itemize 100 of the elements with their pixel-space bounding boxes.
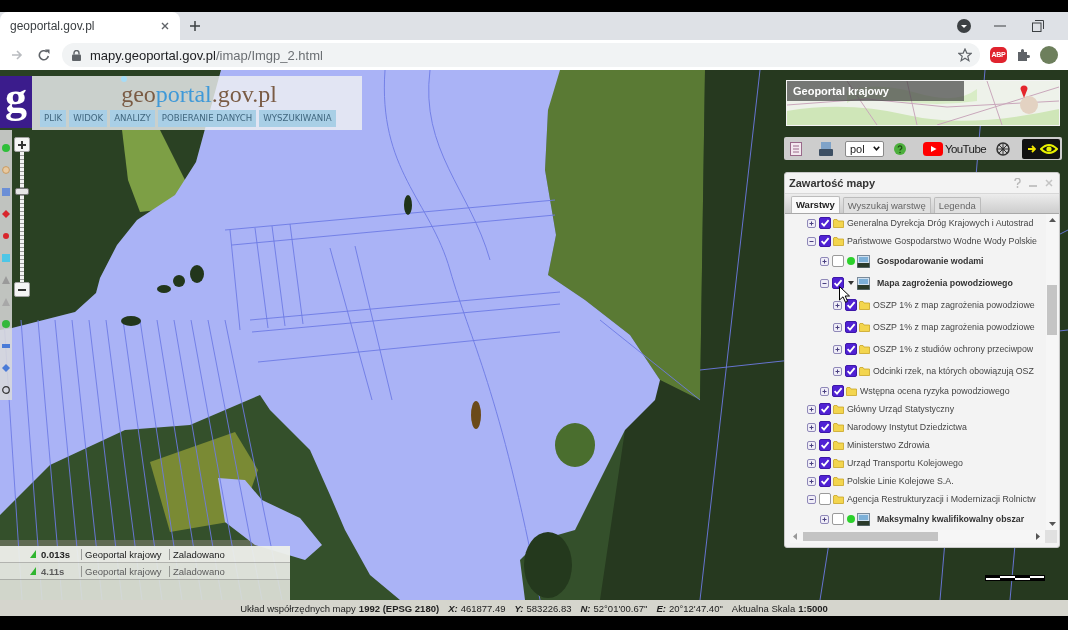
wheel-icon[interactable] [996, 141, 1010, 156]
close-icon[interactable] [161, 22, 169, 30]
layer-checkbox[interactable] [832, 513, 844, 525]
dot-icon[interactable] [2, 232, 10, 240]
expand-icon[interactable] [833, 366, 842, 376]
layer-checkbox[interactable] [819, 235, 831, 247]
restore-icon[interactable] [1032, 20, 1044, 32]
menu-button[interactable]: POBIERANIE DANYCH [157, 110, 257, 127]
layer-checkbox[interactable] [832, 255, 844, 267]
menu-button[interactable]: WYSZUKIWANIA [259, 110, 336, 127]
scrollbar-thumb[interactable] [803, 532, 938, 541]
panel-tab[interactable]: Wyszukaj warstwę [842, 197, 931, 213]
browser-tab[interactable]: geoportal.gov.pl [0, 12, 180, 40]
layer-name: Mapa zagrożenia powodziowego [877, 278, 1013, 288]
menu-button[interactable]: WIDOK [69, 110, 108, 127]
collapse-icon[interactable] [807, 494, 816, 504]
layer-checkbox[interactable] [819, 475, 831, 487]
left-arrow-icon[interactable] [793, 533, 797, 540]
menu-button[interactable]: PLIK [40, 110, 67, 127]
triangle-icon [30, 550, 36, 558]
folder-icon [859, 300, 870, 310]
island [121, 316, 141, 326]
expand-icon[interactable] [807, 476, 816, 486]
layer-checkbox[interactable] [819, 217, 831, 229]
load-time: 4.11s [41, 565, 66, 577]
expand-icon[interactable] [807, 440, 816, 450]
diamond-icon[interactable] [2, 364, 10, 372]
expand-icon[interactable] [807, 422, 816, 432]
bar-icon[interactable] [2, 342, 10, 350]
collapse-icon[interactable] [820, 278, 829, 288]
status-readout: X: 461877.49 [448, 602, 506, 614]
layer-checkbox[interactable] [832, 277, 844, 289]
video-link[interactable]: YouTube [923, 141, 986, 156]
list-icon[interactable] [790, 141, 802, 156]
star-icon[interactable] [958, 48, 972, 62]
diamond-icon[interactable] [2, 210, 10, 218]
folder-icon [833, 218, 844, 228]
language-select[interactable]: pol [845, 140, 884, 157]
mouse-pointer-icon [839, 286, 850, 303]
printer-icon[interactable] [819, 141, 833, 156]
dot-icon[interactable] [2, 144, 10, 152]
right-arrow-icon[interactable] [1036, 533, 1040, 540]
zoom-out-button[interactable] [14, 282, 30, 297]
reload-icon[interactable] [38, 49, 50, 61]
layer-checkbox[interactable] [845, 365, 857, 377]
panel-tab[interactable]: Legenda [933, 197, 981, 213]
load-status-text: Zaladowano [169, 565, 225, 577]
zoom-in-button[interactable] [14, 137, 30, 152]
collapse-icon[interactable] [807, 236, 816, 246]
layer-checkbox[interactable] [819, 421, 831, 433]
ring-icon[interactable] [2, 386, 10, 394]
layer-checkbox[interactable] [845, 321, 857, 333]
expand-icon[interactable] [833, 300, 842, 310]
view-toggle-button[interactable] [1022, 138, 1060, 159]
layer-name: OSZP 1% z map zagrożenia powodziowe [873, 322, 1035, 332]
address-bar[interactable]: mapy.geoportal.gov.pl/imap/Imgp_2.html [62, 43, 980, 67]
folder-icon [833, 458, 844, 468]
triangle-icon [30, 567, 36, 575]
panel-tab[interactable]: Warstwy [791, 196, 840, 213]
status-readout: E: 20°12'47.40" [656, 602, 723, 614]
expand-icon[interactable] [807, 404, 816, 414]
layer-checkbox[interactable] [819, 493, 831, 505]
scrollbar-thumb[interactable] [1047, 285, 1057, 335]
menu-button[interactable]: ANALIZY [110, 110, 155, 127]
layer-checkbox[interactable] [819, 403, 831, 415]
plus-icon[interactable] [189, 20, 201, 32]
down-arrow-icon[interactable] [1048, 522, 1056, 526]
caret-icon [873, 146, 880, 151]
expand-icon[interactable] [820, 256, 829, 266]
horizontal-scrollbar[interactable] [790, 530, 1057, 543]
expand-icon[interactable] [833, 322, 842, 332]
island [404, 195, 412, 215]
folder-icon [833, 494, 844, 504]
panel-title: Zawartość mapy [789, 177, 876, 189]
island [190, 265, 204, 283]
folder-icon [833, 236, 844, 246]
layer-checkbox[interactable] [845, 343, 857, 355]
puzzle-icon[interactable] [1016, 48, 1030, 62]
expand-icon[interactable] [820, 386, 829, 396]
help-icon[interactable] [894, 142, 906, 155]
caret-circle-icon[interactable] [957, 19, 971, 33]
caret-icon[interactable] [847, 280, 855, 286]
expand-icon[interactable] [820, 514, 829, 524]
layer-checkbox[interactable] [832, 385, 844, 397]
layer-checkbox[interactable] [819, 457, 831, 469]
layer-name: Maksymalny kwalifikowalny obszar [877, 514, 1025, 524]
minus-icon [18, 288, 26, 291]
up-arrow-icon[interactable] [1048, 218, 1056, 222]
folder-icon [833, 440, 844, 450]
load-time: 0.013s [41, 548, 72, 560]
lock-icon[interactable] [72, 49, 81, 61]
layer-checkbox[interactable] [819, 439, 831, 451]
expand-icon[interactable] [807, 458, 816, 468]
folder-icon [859, 366, 870, 376]
expand-icon[interactable] [833, 344, 842, 354]
avatar-icon[interactable] [1040, 46, 1058, 64]
expand-icon[interactable] [807, 218, 816, 228]
plus-icon [18, 140, 26, 149]
zoom-slider-thumb[interactable] [15, 187, 29, 195]
dot-icon[interactable] [2, 320, 10, 328]
